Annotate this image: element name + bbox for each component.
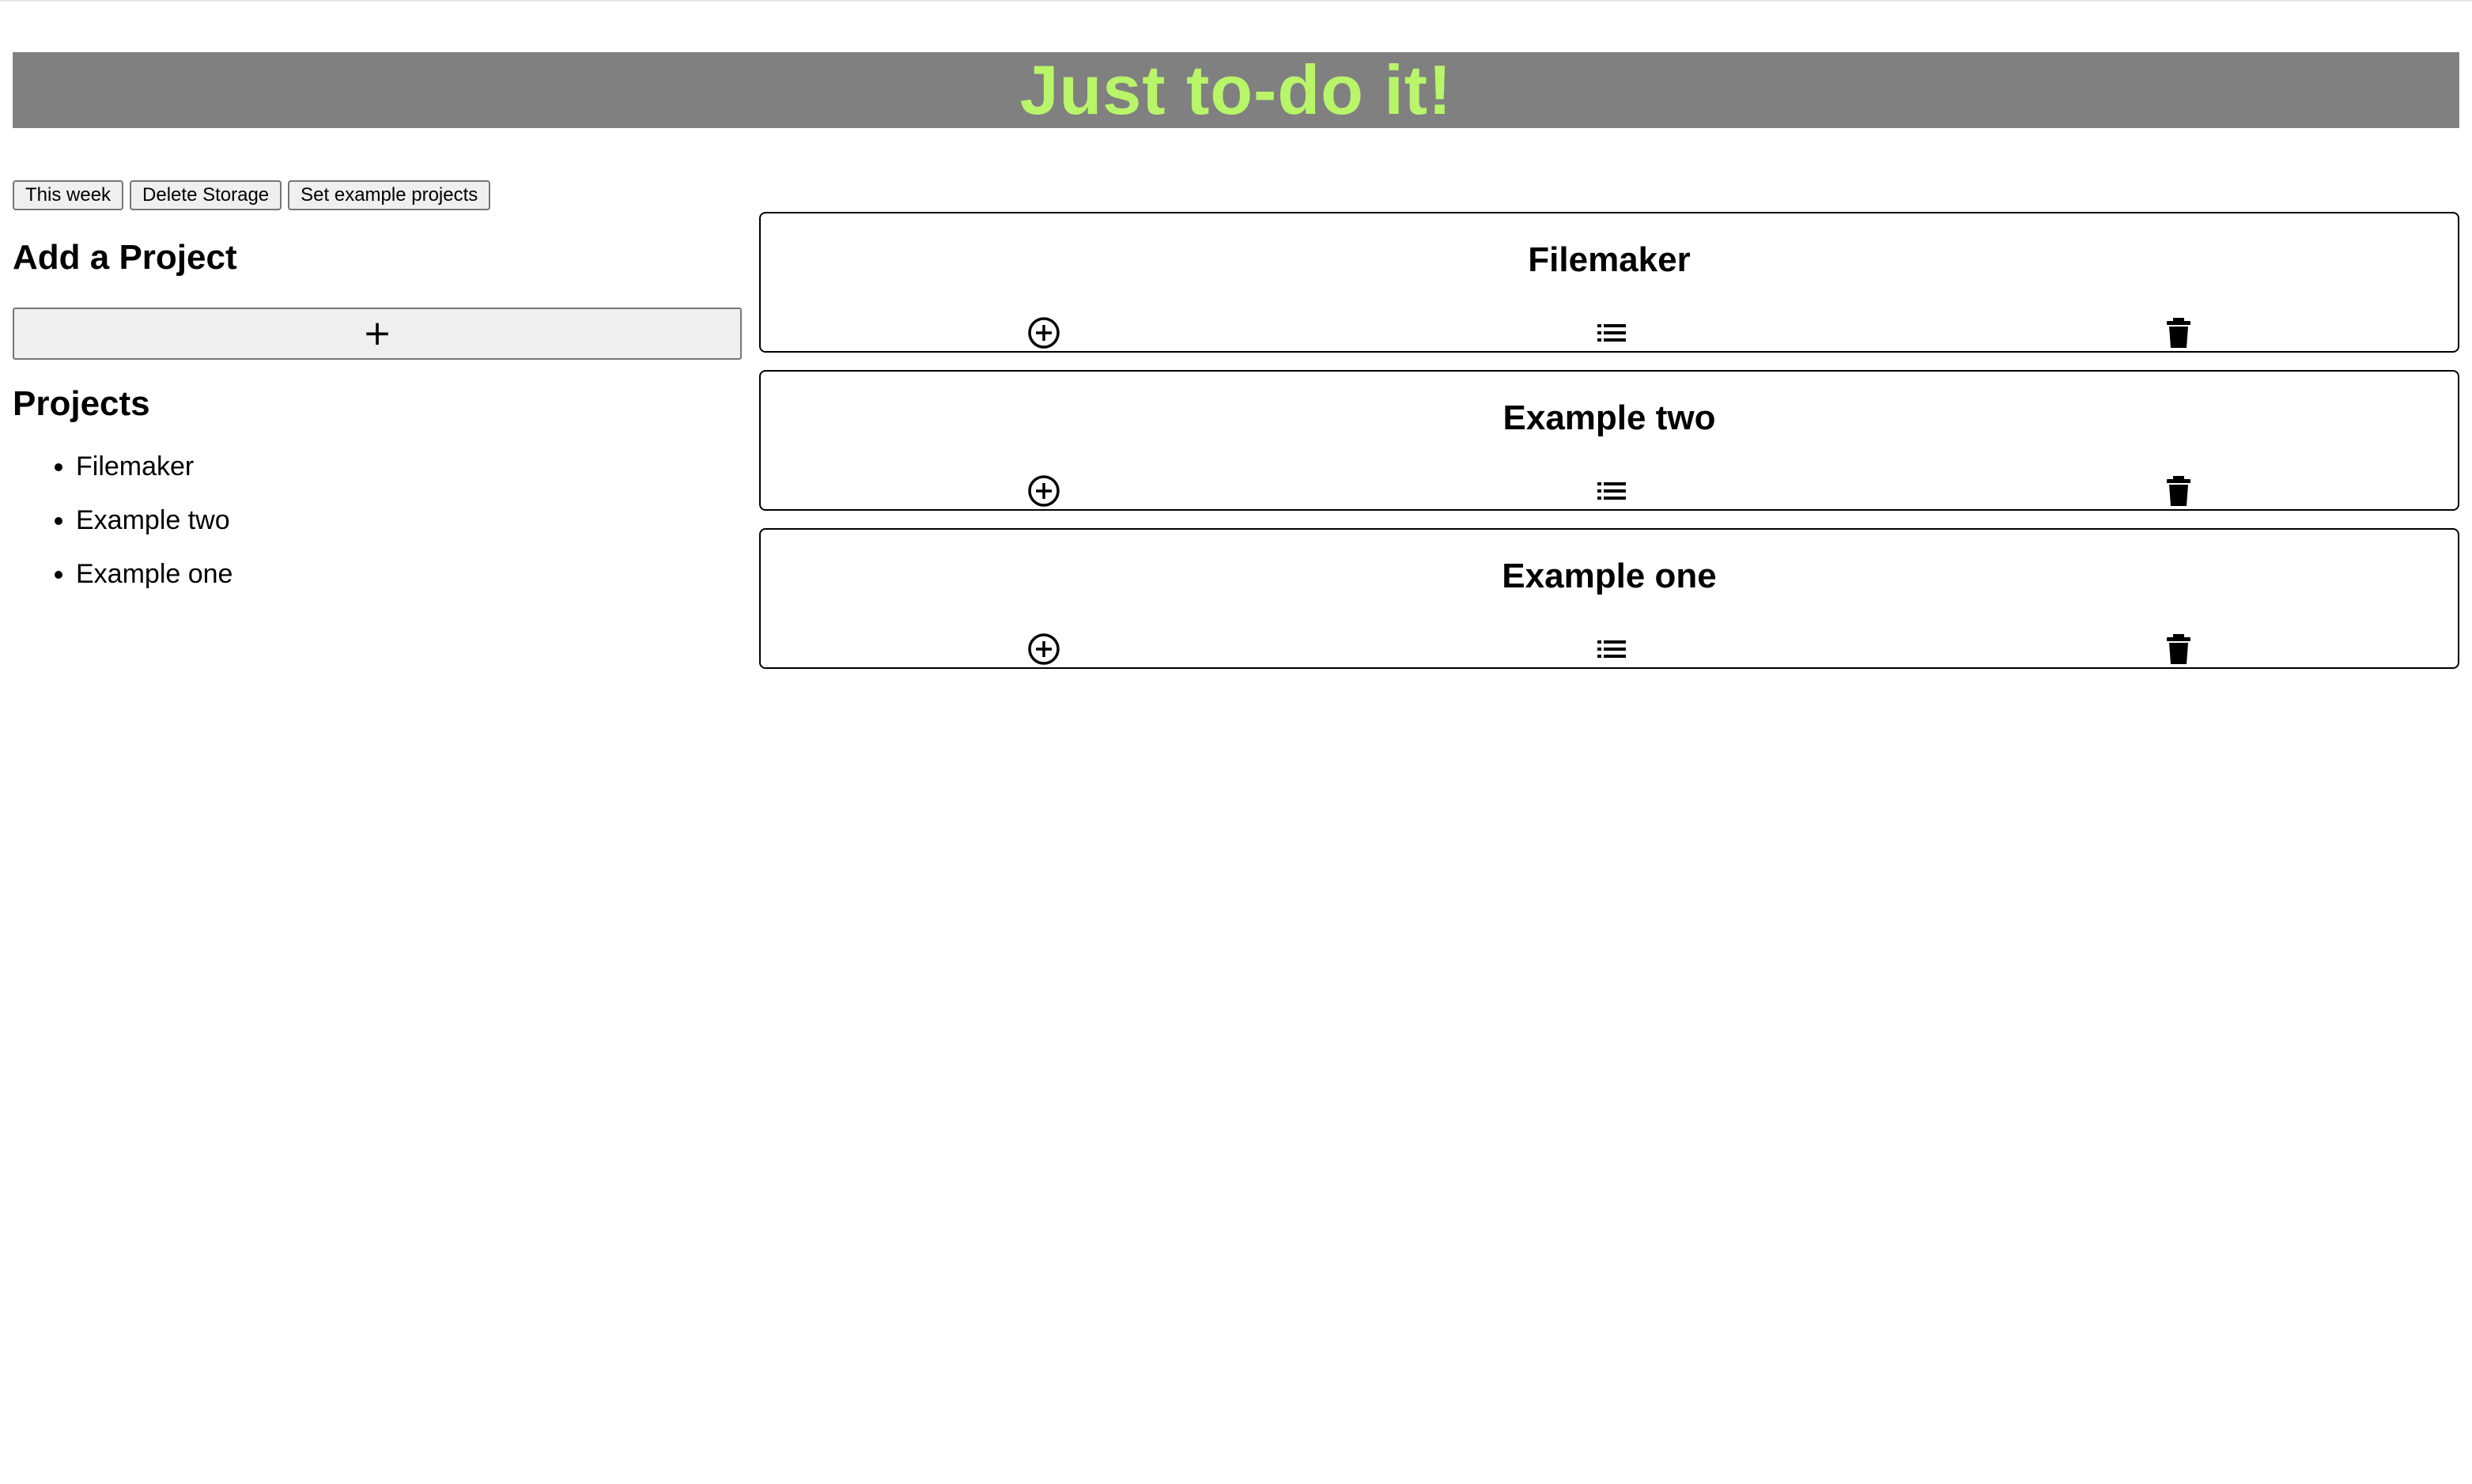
add-project-heading: Add a Project <box>13 238 237 277</box>
project-card: Example one <box>759 528 2459 669</box>
toolbar: This week Delete Storage Set example pro… <box>13 180 491 210</box>
app-header: Just to-do it! <box>13 52 2459 128</box>
trash-icon[interactable] <box>2162 474 2195 508</box>
app-window: Just to-do it! This week Delete Storage … <box>0 0 2472 1484</box>
project-card-actions <box>761 632 2458 666</box>
project-card-title: Filemaker <box>1528 240 1691 279</box>
project-list-item[interactable]: Example two <box>76 493 742 547</box>
app-title: Just to-do it! <box>1019 51 1453 129</box>
project-cards: Filemaker Example two Example one <box>759 212 2459 686</box>
list-icon[interactable] <box>1595 316 1628 349</box>
project-card-title: Example one <box>1502 557 1717 595</box>
add-circle-icon[interactable] <box>1027 316 1060 349</box>
trash-icon[interactable] <box>2162 632 2195 666</box>
project-list-item[interactable]: Filemaker <box>76 440 742 493</box>
project-card: Example two <box>759 370 2459 511</box>
add-circle-icon[interactable] <box>1027 632 1060 666</box>
project-list: Filemaker Example two Example one <box>13 440 742 601</box>
add-project-button[interactable]: + <box>13 307 742 360</box>
this-week-button[interactable]: This week <box>13 180 124 210</box>
delete-storage-button[interactable]: Delete Storage <box>130 180 282 210</box>
project-card-actions <box>761 316 2458 349</box>
project-card: Filemaker <box>759 212 2459 353</box>
add-circle-icon[interactable] <box>1027 474 1060 508</box>
list-icon[interactable] <box>1595 474 1628 508</box>
list-icon[interactable] <box>1595 632 1628 666</box>
project-list-item[interactable]: Example one <box>76 547 742 601</box>
projects-heading: Projects <box>13 383 150 423</box>
set-example-projects-button[interactable]: Set example projects <box>288 180 491 210</box>
project-card-title: Example two <box>1502 398 1716 437</box>
project-card-actions <box>761 474 2458 508</box>
trash-icon[interactable] <box>2162 316 2195 349</box>
sidebar: Add a Project + Projects Filemaker Examp… <box>13 231 742 601</box>
